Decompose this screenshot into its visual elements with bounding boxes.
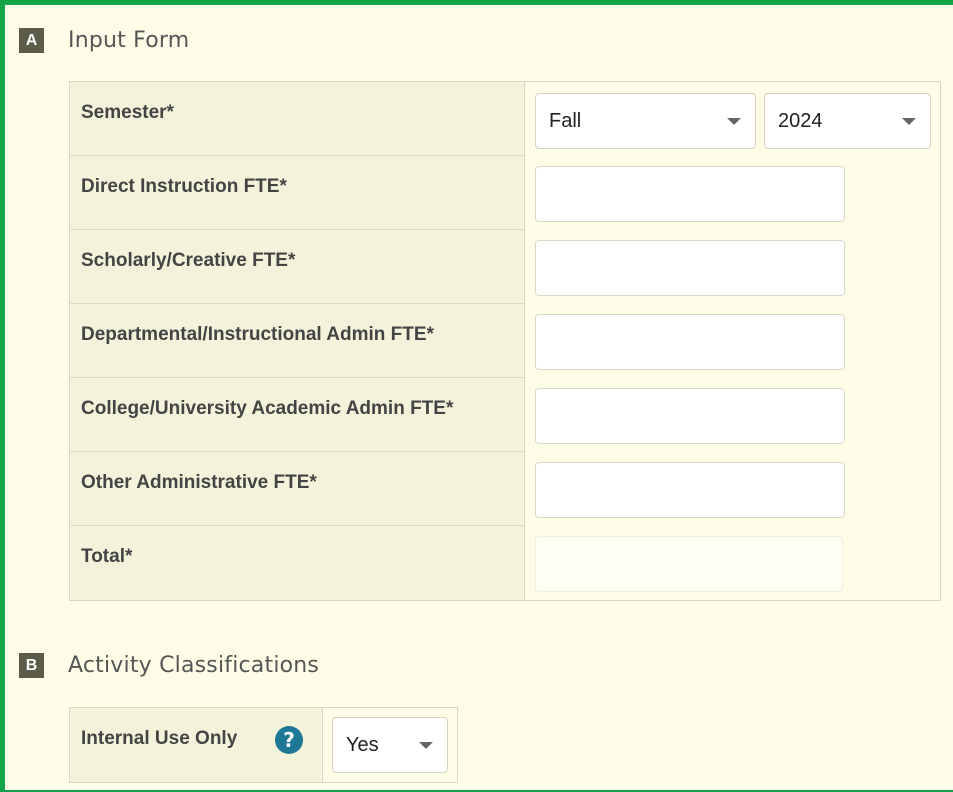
section-a-title: Input Form <box>68 28 190 53</box>
section-b-title: Activity Classifications <box>68 653 320 678</box>
activity-classifications-table: Internal Use Only ? Yes <box>69 707 458 783</box>
internal-use-cell: Internal Use Only ? <box>70 708 323 782</box>
semester-year-select[interactable]: 2024 <box>764 93 931 149</box>
scholarly-creative-label: Scholarly/Creative FTE* <box>70 230 525 304</box>
semester-term-select[interactable]: Fall <box>535 93 756 149</box>
semester-label: Semester* <box>70 82 525 156</box>
college-admin-row: College/University Academic Admin FTE* <box>70 378 940 452</box>
internal-use-select[interactable]: Yes <box>332 717 448 773</box>
internal-use-value: Yes <box>346 733 379 756</box>
total-input <box>535 536 843 592</box>
section-b-badge: B <box>19 653 44 678</box>
direct-instruction-label: Direct Instruction FTE* <box>70 156 525 230</box>
other-admin-input[interactable] <box>535 462 845 518</box>
departmental-admin-label: Departmental/Instructional Admin FTE* <box>70 304 525 378</box>
chevron-down-icon <box>727 118 741 125</box>
college-admin-label: College/University Academic Admin FTE* <box>70 378 525 452</box>
semester-row: Semester* Fall 2024 <box>70 82 940 156</box>
departmental-admin-input[interactable] <box>535 314 845 370</box>
other-admin-label: Other Administrative FTE* <box>70 452 525 526</box>
chevron-down-icon <box>902 118 916 125</box>
section-b-header: B Activity Classifications <box>19 653 319 678</box>
input-form-table: Semester* Fall 2024 Direct Instruction F… <box>69 81 941 601</box>
departmental-admin-row: Departmental/Instructional Admin FTE* <box>70 304 940 378</box>
chevron-down-icon <box>419 742 433 749</box>
internal-use-label: Internal Use Only <box>81 728 238 749</box>
total-label: Total* <box>70 526 525 600</box>
section-a-header: A Input Form <box>19 28 189 53</box>
scholarly-creative-input[interactable] <box>535 240 845 296</box>
help-icon[interactable]: ? <box>275 726 303 754</box>
semester-term-value: Fall <box>549 109 582 132</box>
direct-instruction-input[interactable] <box>535 166 845 222</box>
section-a-badge: A <box>19 28 44 53</box>
scholarly-creative-row: Scholarly/Creative FTE* <box>70 230 940 304</box>
other-admin-row: Other Administrative FTE* <box>70 452 940 526</box>
total-row: Total* <box>70 526 940 600</box>
college-admin-input[interactable] <box>535 388 845 444</box>
semester-year-value: 2024 <box>778 109 823 132</box>
direct-instruction-row: Direct Instruction FTE* <box>70 156 940 230</box>
